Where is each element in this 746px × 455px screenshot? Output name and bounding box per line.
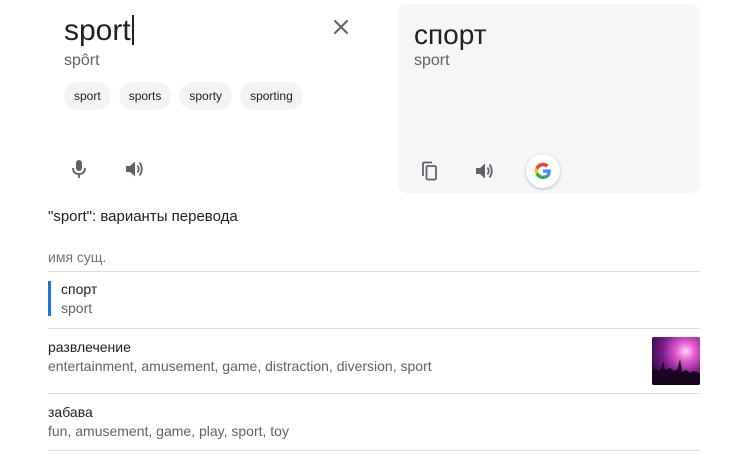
clear-button[interactable] [328,14,354,40]
divider [48,271,700,272]
google-button[interactable] [526,154,560,188]
microphone-icon [72,160,86,178]
suggestion-chips: sport sports sporty sporting [64,82,303,110]
divider [48,328,700,329]
suggestion-chip[interactable]: sporty [179,82,233,110]
source-transliteration: spôrt [64,52,100,69]
entry-thumbnail-image[interactable] [652,337,700,385]
close-icon [334,20,348,34]
entry-synonyms: fun, amusement, game, play, sport, toy [48,423,289,439]
suggestion-chip[interactable]: sports [118,82,172,110]
dictionary-title: "sport": варианты перевода [48,208,238,225]
dictionary-entry[interactable]: спорт sport [48,281,700,316]
dictionary-entry[interactable]: развлечение entertainment, amusement, ga… [48,339,700,374]
divider [48,393,700,394]
copy-icon [422,161,437,181]
suggestion-chip[interactable]: sport [64,82,111,110]
speaker-icon [476,163,493,179]
source-text-input[interactable]: sport [64,12,134,50]
entry-word: спорт [61,281,98,297]
source-text[interactable]: sport [64,14,131,47]
dictionary-entry[interactable]: забава fun, amusement, game, play, sport… [48,404,700,439]
listen-source-button[interactable] [119,153,151,185]
voice-input-button[interactable] [63,153,95,185]
target-transliteration: sport [414,52,450,69]
listen-translation-button[interactable] [469,155,501,187]
copy-translation-button[interactable] [413,155,445,187]
entry-synonyms: sport [61,300,93,316]
speaker-icon [126,161,143,177]
google-g-icon [534,162,551,179]
translation-panel: спорт sport [398,4,700,193]
entry-word: развлечение [48,339,131,355]
entry-synonyms: entertainment, amusement, game, distract… [48,358,432,374]
concert-image [652,337,700,385]
text-caret [131,15,134,45]
entry-word: забава [48,404,93,420]
part-of-speech-label: имя сущ. [48,249,107,265]
suggestion-chip[interactable]: sporting [240,82,303,110]
translated-text: спорт [414,19,487,50]
divider [48,450,700,451]
